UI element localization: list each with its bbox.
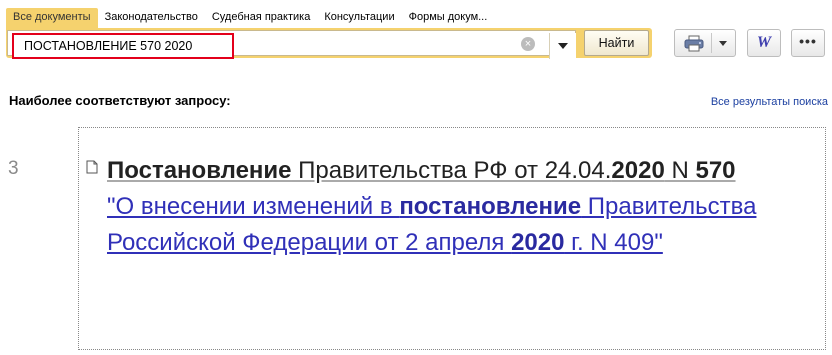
result-title-keyword: Постановление: [107, 157, 292, 184]
find-button[interactable]: Найти: [584, 30, 649, 56]
tab-legislation[interactable]: Законодательство: [98, 8, 205, 28]
document-icon: [86, 160, 98, 174]
result-title-text: Правительства РФ от 24.04.: [291, 157, 612, 184]
section-title: Наиболее соответствуют запросу:: [9, 93, 231, 108]
word-icon: W: [756, 34, 772, 51]
all-results-link[interactable]: Все результаты поиска: [711, 96, 828, 108]
result-title-keyword: 570: [695, 157, 736, 184]
search-field-container: ×: [7, 30, 576, 59]
tab-document-forms[interactable]: Формы докум...: [402, 8, 495, 28]
result-title-keyword: 2020: [611, 157, 665, 184]
result-item: Постановление Правительства РФ от 24.04.…: [107, 153, 807, 261]
search-bar: × Найти: [6, 28, 652, 59]
result-description-text: "О внесении изменений в: [107, 193, 400, 220]
result-description-keyword: постановление: [399, 193, 582, 220]
more-icon: •••: [799, 33, 817, 49]
result-number: 3: [8, 158, 19, 179]
tab-consultations[interactable]: Консультации: [317, 8, 401, 28]
printer-icon: [684, 35, 704, 52]
chevron-down-icon: [558, 43, 568, 49]
chevron-down-icon[interactable]: [719, 41, 727, 46]
divider: [711, 33, 712, 53]
tab-all-documents[interactable]: Все документы: [6, 8, 98, 28]
search-scope-tabs: Все документы Законодательство Судебная …: [6, 8, 494, 28]
search-input[interactable]: [12, 33, 234, 59]
search-history-dropdown[interactable]: [549, 33, 576, 59]
tab-court-practice[interactable]: Судебная практика: [205, 8, 317, 28]
result-description-text: г. N 409": [564, 229, 663, 256]
result-title-link[interactable]: Постановление Правительства РФ от 24.04.…: [107, 157, 736, 184]
more-options-button[interactable]: •••: [791, 29, 825, 57]
result-description-link[interactable]: "О внесении изменений в постановление Пр…: [107, 193, 756, 256]
clear-icon[interactable]: ×: [521, 37, 535, 51]
result-description-keyword: 2020: [511, 229, 565, 256]
result-title-text: N: [664, 157, 696, 184]
export-word-button[interactable]: W: [747, 29, 781, 57]
print-button[interactable]: [674, 29, 736, 57]
